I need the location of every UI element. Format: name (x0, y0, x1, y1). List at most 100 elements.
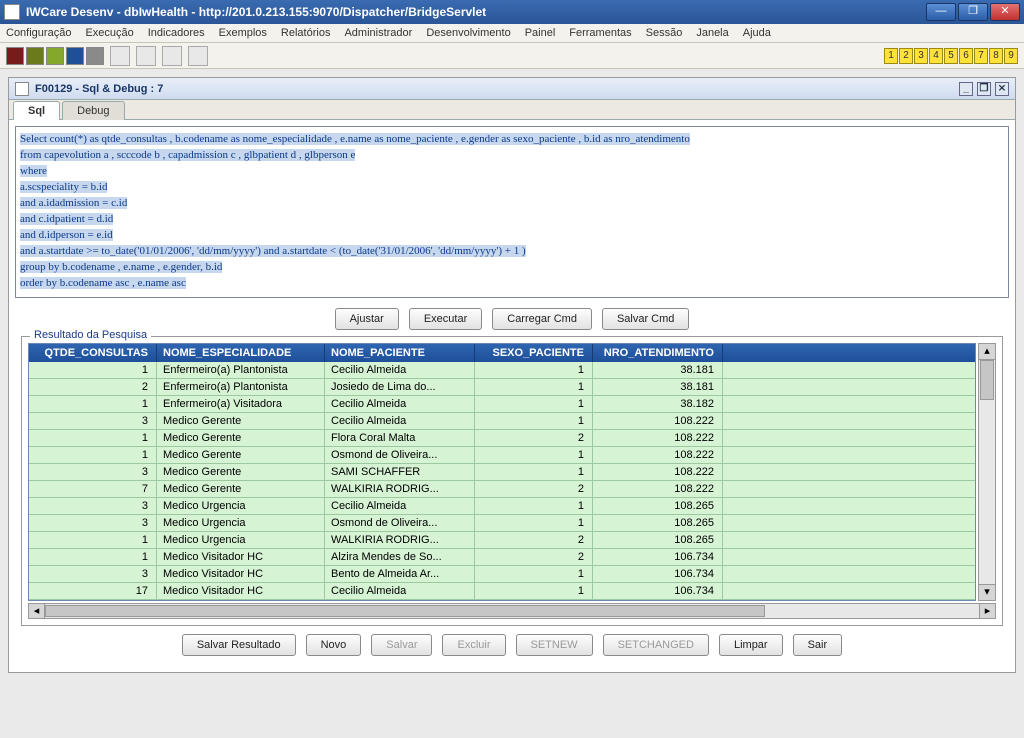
scroll-down-icon[interactable]: ▾ (979, 584, 995, 600)
window-title: IWCare Desenv - dbIwHealth - http://201.… (26, 5, 926, 19)
color-swatch-3[interactable] (46, 47, 64, 65)
table-row[interactable]: 2Enfermeiro(a) PlantonistaJosiedo de Lim… (29, 379, 975, 396)
table-row[interactable]: 3Medico UrgenciaOsmond de Oliveira...110… (29, 515, 975, 532)
novo-button[interactable]: Novo (306, 634, 362, 656)
table-row[interactable]: 1Enfermeiro(a) PlantonistaCecilio Almeid… (29, 362, 975, 379)
scroll-left-icon[interactable]: ◂ (29, 604, 45, 618)
menu-painel[interactable]: Painel (525, 27, 556, 39)
color-swatch-1[interactable] (6, 47, 24, 65)
excluir-button[interactable]: Excluir (442, 634, 505, 656)
minimize-button[interactable]: — (926, 3, 956, 21)
table-row[interactable]: 1Medico Visitador HCAlzira Mendes de So.… (29, 549, 975, 566)
sql-line: and a.startdate >= to_date('01/01/2006',… (20, 245, 526, 257)
salvar-button[interactable]: Salvar (371, 634, 432, 656)
table-row[interactable]: 3Medico UrgenciaCecilio Almeida1108.265 (29, 498, 975, 515)
col-sexo-paciente[interactable]: SEXO_PACIENTE (475, 344, 593, 362)
salvar-cmd-button[interactable]: Salvar Cmd (602, 308, 689, 330)
scroll-right-icon[interactable]: ▸ (979, 604, 995, 618)
numcell-7[interactable]: 7 (974, 48, 988, 64)
salvar-resultado-button[interactable]: Salvar Resultado (182, 634, 296, 656)
table-row[interactable]: 1Enfermeiro(a) VisitadoraCecilio Almeida… (29, 396, 975, 413)
tab-debug[interactable]: Debug (62, 101, 124, 120)
toolbar-icon-3[interactable] (162, 46, 182, 66)
table-cell: 108.265 (593, 498, 723, 514)
app-icon (4, 4, 20, 20)
close-button[interactable]: ✕ (990, 3, 1020, 21)
executar-button[interactable]: Executar (409, 308, 482, 330)
table-cell: 1 (29, 447, 157, 463)
menu-exemplos[interactable]: Exemplos (219, 27, 267, 39)
carregar-cmd-button[interactable]: Carregar Cmd (492, 308, 592, 330)
setnew-button[interactable]: SETNEW (516, 634, 593, 656)
tab-sql[interactable]: Sql (13, 101, 60, 120)
table-cell: 108.222 (593, 447, 723, 463)
scroll-up-icon[interactable]: ▴ (979, 344, 995, 360)
scroll-thumb[interactable] (980, 360, 994, 400)
vertical-scrollbar[interactable]: ▴ ▾ (978, 343, 996, 601)
numcell-6[interactable]: 6 (959, 48, 973, 64)
table-row[interactable]: 3Medico GerenteSAMI SCHAFFER1108.222 (29, 464, 975, 481)
sql-text-area[interactable]: Select count(*) as qtde_consultas , b.co… (15, 126, 1009, 298)
table-cell: WALKIRIA RODRIG... (325, 532, 475, 548)
numcell-8[interactable]: 8 (989, 48, 1003, 64)
menu-indicadores[interactable]: Indicadores (148, 27, 205, 39)
toolbar-icon-4[interactable] (188, 46, 208, 66)
table-cell: 3 (29, 566, 157, 582)
subwindow-close-icon[interactable]: ⨯ (995, 82, 1009, 96)
sql-line: a.scspeciality = b.id (20, 181, 107, 193)
number-strip: 1 2 3 4 5 6 7 8 9 (884, 48, 1018, 64)
limpar-button[interactable]: Limpar (719, 634, 783, 656)
menu-ferramentas[interactable]: Ferramentas (569, 27, 631, 39)
color-swatch-5[interactable] (86, 47, 104, 65)
sair-button[interactable]: Sair (793, 634, 843, 656)
menu-relatorios[interactable]: Relatórios (281, 27, 331, 39)
numcell-4[interactable]: 4 (929, 48, 943, 64)
table-row[interactable]: 1Medico UrgenciaWALKIRIA RODRIG...2108.2… (29, 532, 975, 549)
result-grid[interactable]: QTDE_CONSULTAS NOME_ESPECIALIDADE NOME_P… (28, 343, 976, 601)
menu-desenvolvimento[interactable]: Desenvolvimento (426, 27, 510, 39)
subwindow-minimize-icon[interactable]: _ (959, 82, 973, 96)
table-cell: Cecilio Almeida (325, 583, 475, 599)
ajustar-button[interactable]: Ajustar (335, 308, 399, 330)
color-swatch-2[interactable] (26, 47, 44, 65)
table-cell: Medico Gerente (157, 447, 325, 463)
table-row[interactable]: 1Medico GerenteFlora Coral Malta2108.222 (29, 430, 975, 447)
menu-configuracao[interactable]: Configuração (6, 27, 71, 39)
subwindow-maximize-icon[interactable]: ❐ (977, 82, 991, 96)
toolbar-icon-1[interactable] (110, 46, 130, 66)
numcell-9[interactable]: 9 (1004, 48, 1018, 64)
menu-sessao[interactable]: Sessão (646, 27, 683, 39)
horizontal-scrollbar[interactable]: ◂ ▸ (28, 603, 996, 619)
menu-ajuda[interactable]: Ajuda (743, 27, 771, 39)
hscroll-thumb[interactable] (45, 605, 765, 617)
numcell-2[interactable]: 2 (899, 48, 913, 64)
tab-bar: Sql Debug (9, 100, 1015, 120)
table-cell: 1 (29, 549, 157, 565)
table-cell: Medico Gerente (157, 481, 325, 497)
table-cell: 108.222 (593, 430, 723, 446)
numcell-3[interactable]: 3 (914, 48, 928, 64)
numcell-1[interactable]: 1 (884, 48, 898, 64)
table-row[interactable]: 1Medico GerenteOsmond de Oliveira...1108… (29, 447, 975, 464)
table-cell: Medico Gerente (157, 464, 325, 480)
table-row[interactable]: 17Medico Visitador HCCecilio Almeida1106… (29, 583, 975, 600)
maximize-button[interactable]: ❐ (958, 3, 988, 21)
col-nome-paciente[interactable]: NOME_PACIENTE (325, 344, 475, 362)
menu-administrador[interactable]: Administrador (344, 27, 412, 39)
color-swatch-4[interactable] (66, 47, 84, 65)
table-cell: 2 (475, 549, 593, 565)
table-cell: Medico Urgencia (157, 515, 325, 531)
col-qtde-consultas[interactable]: QTDE_CONSULTAS (29, 344, 157, 362)
table-row[interactable]: 3Medico GerenteCecilio Almeida1108.222 (29, 413, 975, 430)
table-cell: 3 (29, 498, 157, 514)
toolbar-icon-2[interactable] (136, 46, 156, 66)
table-row[interactable]: 7Medico GerenteWALKIRIA RODRIG...2108.22… (29, 481, 975, 498)
table-row[interactable]: 3Medico Visitador HCBento de Almeida Ar.… (29, 566, 975, 583)
menu-execucao[interactable]: Execução (85, 27, 133, 39)
menu-janela[interactable]: Janela (696, 27, 728, 39)
col-nro-atendimento[interactable]: NRO_ATENDIMENTO (593, 344, 723, 362)
col-nome-especialidade[interactable]: NOME_ESPECIALIDADE (157, 344, 325, 362)
setchanged-button[interactable]: SETCHANGED (603, 634, 709, 656)
numcell-5[interactable]: 5 (944, 48, 958, 64)
table-cell: Osmond de Oliveira... (325, 447, 475, 463)
